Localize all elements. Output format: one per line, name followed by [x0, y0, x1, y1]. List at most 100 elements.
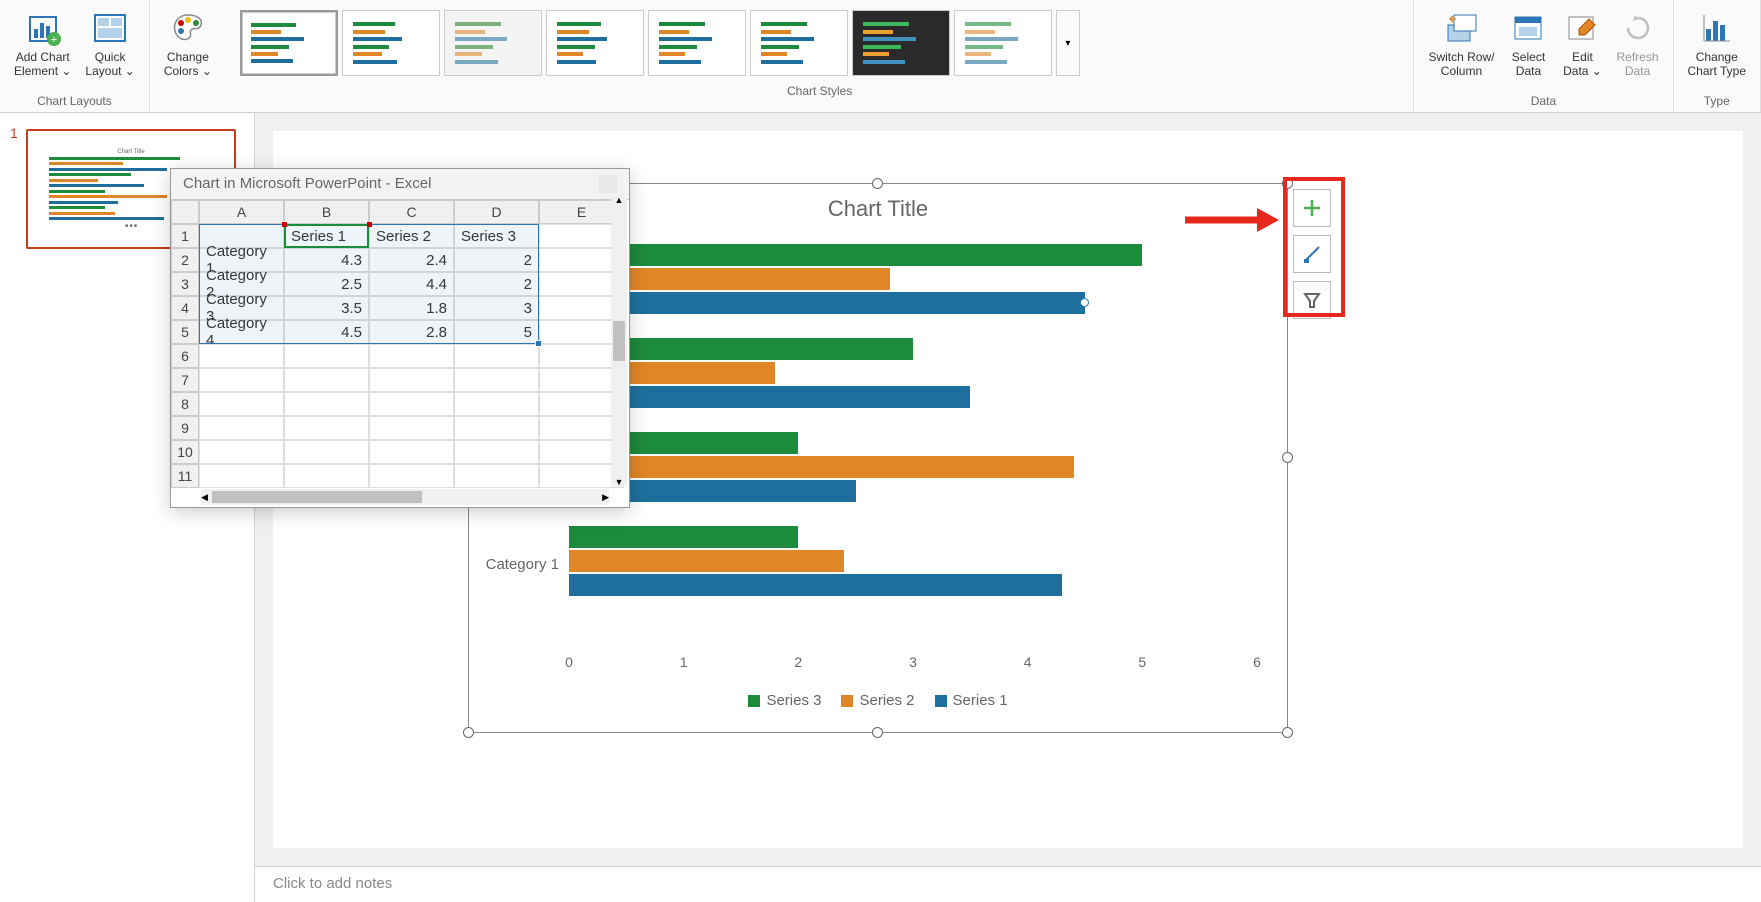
- select-data-icon: [1508, 8, 1548, 48]
- row-header[interactable]: 11: [171, 464, 199, 488]
- grid-cell[interactable]: 2.5: [284, 272, 369, 296]
- legend-item[interactable]: Series 3: [748, 692, 821, 709]
- grid-cell[interactable]: [199, 392, 284, 416]
- chart-plot-area[interactable]: Category 4Category 3Category 2Category 1: [569, 234, 1257, 654]
- row-header[interactable]: 1: [171, 224, 199, 248]
- switch-row-column-icon: [1441, 8, 1481, 48]
- selection-handle[interactable]: [463, 727, 474, 738]
- excel-vscrollbar[interactable]: ▲▼: [611, 195, 627, 487]
- row-header[interactable]: 4: [171, 296, 199, 320]
- chart-bar[interactable]: [569, 574, 1062, 596]
- chart-style-6[interactable]: [750, 10, 848, 76]
- selection-handle[interactable]: [872, 727, 883, 738]
- grid-cell[interactable]: 2.8: [369, 320, 454, 344]
- grid-cell[interactable]: [284, 440, 369, 464]
- grid-cell[interactable]: [454, 416, 539, 440]
- row-header[interactable]: 3: [171, 272, 199, 296]
- grid-cell[interactable]: 2.4: [369, 248, 454, 272]
- grid-cell[interactable]: [284, 368, 369, 392]
- refresh-icon: [1618, 8, 1658, 48]
- grid-cell[interactable]: 2: [454, 272, 539, 296]
- grid-cell[interactable]: [284, 464, 369, 488]
- add-chart-element-button[interactable]: + Add Chart Element ⌄: [8, 4, 77, 92]
- grid-cell[interactable]: [369, 464, 454, 488]
- grid-cell[interactable]: [199, 464, 284, 488]
- grid-cell[interactable]: 4.3: [284, 248, 369, 272]
- grid-cell[interactable]: 4.4: [369, 272, 454, 296]
- grid-cell[interactable]: [199, 440, 284, 464]
- excel-hscrollbar[interactable]: ◀▶: [201, 489, 609, 505]
- grid-cell[interactable]: [454, 344, 539, 368]
- edit-data-button[interactable]: Edit Data ⌄: [1556, 4, 1608, 92]
- change-colors-button[interactable]: Change Colors ⌄: [158, 4, 218, 92]
- chart-style-3[interactable]: [444, 10, 542, 76]
- ribbon-group-chart-layouts: + Add Chart Element ⌄ Quick Layout ⌄ Cha…: [0, 0, 150, 112]
- x-tick: 5: [1138, 654, 1146, 670]
- grid-cell[interactable]: [199, 344, 284, 368]
- grid-cell[interactable]: [369, 344, 454, 368]
- chart-style-8[interactable]: [954, 10, 1052, 76]
- col-header[interactable]: A: [199, 200, 284, 224]
- grid-cell[interactable]: [369, 368, 454, 392]
- chart-style-5[interactable]: [648, 10, 746, 76]
- row-header[interactable]: 7: [171, 368, 199, 392]
- col-header[interactable]: B: [284, 200, 369, 224]
- col-header[interactable]: D: [454, 200, 539, 224]
- grid-cell[interactable]: [454, 368, 539, 392]
- row-header[interactable]: 2: [171, 248, 199, 272]
- grid-cell[interactable]: [369, 392, 454, 416]
- selection-handle[interactable]: [872, 178, 883, 189]
- chart-bar[interactable]: [569, 456, 1074, 478]
- legend-item[interactable]: Series 1: [935, 692, 1008, 709]
- grid-cell[interactable]: [199, 416, 284, 440]
- chart-style-2[interactable]: [342, 10, 440, 76]
- notes-placeholder[interactable]: Click to add notes: [255, 866, 1761, 902]
- excel-grid[interactable]: 1234567891011 ABCDE Series 1Series 2Seri…: [171, 200, 629, 490]
- row-header[interactable]: 9: [171, 416, 199, 440]
- row-header[interactable]: 6: [171, 344, 199, 368]
- select-data-button[interactable]: Select Data: [1502, 4, 1554, 92]
- grid-cell[interactable]: Series 1: [284, 224, 369, 248]
- grid-cell[interactable]: [199, 368, 284, 392]
- row-header[interactable]: 8: [171, 392, 199, 416]
- excel-data-window[interactable]: Chart in Microsoft PowerPoint - Excel 12…: [170, 168, 630, 508]
- grid-cell[interactable]: [454, 440, 539, 464]
- excel-close-button[interactable]: [599, 175, 617, 193]
- grid-cell[interactable]: 3.5: [284, 296, 369, 320]
- grid-cell[interactable]: [369, 440, 454, 464]
- switch-row-column-button[interactable]: Switch Row/ Column: [1422, 4, 1500, 92]
- chart-style-1[interactable]: [240, 10, 338, 76]
- col-header[interactable]: C: [369, 200, 454, 224]
- chart-style-7[interactable]: [852, 10, 950, 76]
- chart-bar[interactable]: [569, 526, 798, 548]
- quick-layout-button[interactable]: Quick Layout ⌄: [79, 4, 140, 92]
- grid-cell[interactable]: Category 4: [199, 320, 284, 344]
- chart-bar[interactable]: [569, 244, 1142, 266]
- chart-bar[interactable]: [569, 550, 844, 572]
- grid-cell[interactable]: Series 2: [369, 224, 454, 248]
- row-header[interactable]: 5: [171, 320, 199, 344]
- legend-item[interactable]: Series 2: [841, 692, 914, 709]
- chart-bar[interactable]: [569, 292, 1085, 314]
- chart-legend[interactable]: Series 3 Series 2 Series 1: [469, 684, 1287, 717]
- grid-cell[interactable]: 5: [454, 320, 539, 344]
- grid-cell[interactable]: 3: [454, 296, 539, 320]
- grid-cell[interactable]: [284, 344, 369, 368]
- grid-cell[interactable]: 1.8: [369, 296, 454, 320]
- grid-cell[interactable]: Series 3: [454, 224, 539, 248]
- grid-cell[interactable]: [369, 416, 454, 440]
- change-chart-type-button[interactable]: Change Chart Type: [1682, 4, 1752, 92]
- row-header[interactable]: 10: [171, 440, 199, 464]
- selection-handle[interactable]: [1282, 727, 1293, 738]
- excel-title-bar[interactable]: Chart in Microsoft PowerPoint - Excel: [171, 169, 629, 200]
- x-tick: 6: [1253, 654, 1261, 670]
- selection-handle[interactable]: [1282, 452, 1293, 463]
- grid-cell[interactable]: [454, 392, 539, 416]
- chart-style-4[interactable]: [546, 10, 644, 76]
- grid-cell[interactable]: [454, 464, 539, 488]
- grid-cell[interactable]: [284, 416, 369, 440]
- chart-styles-more-button[interactable]: ▾: [1056, 10, 1080, 76]
- grid-cell[interactable]: [284, 392, 369, 416]
- grid-cell[interactable]: 4.5: [284, 320, 369, 344]
- grid-cell[interactable]: 2: [454, 248, 539, 272]
